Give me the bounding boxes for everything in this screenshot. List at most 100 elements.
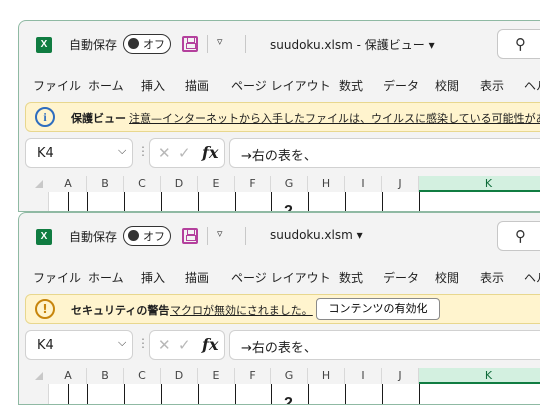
sudoku-grid-line (382, 384, 383, 404)
column-header[interactable]: G (271, 368, 308, 384)
column-header[interactable]: B (87, 176, 124, 192)
toggle-switch-icon (128, 230, 139, 241)
tab-help[interactable]: ヘル (524, 77, 540, 94)
column-header[interactable]: I (345, 176, 382, 192)
column-header[interactable]: C (124, 368, 161, 384)
tab-formulas[interactable]: 数式 (339, 77, 363, 94)
qat-separator (207, 227, 208, 245)
column-header[interactable]: H (308, 368, 345, 384)
enable-content-button[interactable]: コンテンツの有効化 (316, 298, 440, 320)
sudoku-grid-line (308, 384, 309, 404)
customize-qat-icon[interactable]: ▿ (217, 35, 223, 48)
tab-home[interactable]: ホーム (88, 269, 124, 286)
tab-review[interactable]: 校閲 (435, 77, 459, 94)
row-header[interactable] (19, 192, 49, 211)
column-header[interactable]: F (235, 368, 271, 384)
title-bar: X 自動保存 オフ ▿ suudoku.xlsm ▾ ⚲ (19, 213, 540, 261)
column-header[interactable]: H (308, 176, 345, 192)
formula-input[interactable]: →右の表を、 (229, 138, 540, 168)
document-title[interactable]: suudoku.xlsm ▾ (270, 228, 363, 242)
column-header-selected[interactable]: K (419, 176, 540, 192)
message-link[interactable]: マクロが無効にされました。 (170, 302, 313, 318)
cancel-icon[interactable]: ✕ (158, 144, 171, 162)
qat-separator (245, 227, 246, 245)
sudoku-grid-line (161, 192, 162, 211)
tab-home[interactable]: ホーム (88, 77, 124, 94)
dropdown-icon[interactable]: ⌵ (118, 336, 126, 350)
tab-file[interactable]: ファイル (33, 269, 81, 286)
cancel-icon[interactable]: ✕ (158, 336, 171, 354)
column-header[interactable]: J (382, 368, 419, 384)
sudoku-grid-line (161, 384, 162, 404)
tab-formulas[interactable]: 数式 (339, 269, 363, 286)
message-link[interactable]: 注意—インターネットから入手したファイルは、ウイルスに感染している可能性がありま… (129, 110, 540, 126)
search-box[interactable]: ⚲ (497, 29, 540, 59)
protected-view-message-bar: i 保護ビュー 注意—インターネットから入手したファイルは、ウイルスに感染してい… (25, 102, 540, 132)
sudoku-grid-line (124, 384, 125, 404)
formula-value: →右の表を、 (241, 149, 317, 164)
column-header-selected[interactable]: K (419, 368, 540, 384)
column-header[interactable]: G (271, 176, 308, 192)
enter-icon[interactable]: ✓ (178, 144, 191, 162)
tab-draw[interactable]: 描画 (185, 269, 209, 286)
worksheet-grid[interactable]: 2 (19, 384, 540, 404)
name-box[interactable]: K4 ⌵ (25, 330, 133, 360)
column-header[interactable]: E (198, 176, 235, 192)
sudoku-grid-line (198, 384, 199, 404)
dropdown-icon[interactable]: ⌵ (118, 144, 126, 158)
column-header[interactable]: D (161, 176, 198, 192)
column-header[interactable]: A (50, 176, 87, 192)
autosave-label: 自動保存 (69, 230, 118, 244)
autosave-toggle[interactable]: オフ (123, 226, 171, 246)
autosave-label: 自動保存 (69, 38, 118, 52)
column-header[interactable]: I (345, 368, 382, 384)
insert-function-icon[interactable]: fx (202, 143, 218, 162)
excel-logo-icon: X (36, 37, 55, 53)
select-all-corner[interactable] (35, 372, 43, 380)
tab-draw[interactable]: 描画 (185, 77, 209, 94)
ribbon-tabs: ファイル ホーム 挿入 描画 ページ レイアウト 数式 データ 校閲 表示 ヘル (19, 73, 540, 97)
qat-separator (245, 35, 246, 53)
column-header[interactable]: C (124, 176, 161, 192)
column-header[interactable]: A (50, 368, 87, 384)
formula-bar-grip[interactable]: ⋮ (137, 336, 149, 350)
tab-data[interactable]: データ (383, 269, 419, 286)
column-header[interactable]: D (161, 368, 198, 384)
search-box[interactable]: ⚲ (497, 221, 540, 251)
name-box[interactable]: K4 ⌵ (25, 138, 133, 168)
select-all-corner[interactable] (35, 180, 43, 188)
tab-insert[interactable]: 挿入 (141, 269, 165, 286)
tab-page-layout[interactable]: ページ レイアウト (231, 77, 331, 94)
formula-input[interactable]: →右の表を、 (229, 330, 540, 360)
tab-page-layout[interactable]: ページ レイアウト (231, 269, 331, 286)
row-header[interactable] (19, 384, 49, 404)
column-header[interactable]: F (235, 176, 271, 192)
enter-icon[interactable]: ✓ (178, 336, 191, 354)
autosave-toggle[interactable]: オフ (123, 34, 171, 54)
formula-bar-grip[interactable]: ⋮ (137, 144, 149, 158)
security-warning-message-bar: ! セキュリティの警告 マクロが無効にされました。 コンテンツの有効化 (25, 294, 540, 324)
document-title[interactable]: suudoku.xlsm - 保護ビュー ▾ (270, 36, 435, 53)
column-header[interactable]: B (87, 368, 124, 384)
sudoku-grid-line (87, 384, 88, 404)
insert-function-icon[interactable]: fx (202, 335, 218, 354)
tab-insert[interactable]: 挿入 (141, 77, 165, 94)
save-icon[interactable] (182, 36, 198, 52)
save-icon[interactable] (182, 228, 198, 244)
message-title: セキュリティの警告 (71, 304, 170, 317)
column-header[interactable]: E (198, 368, 235, 384)
tab-file[interactable]: ファイル (33, 77, 81, 94)
tab-help[interactable]: ヘル (524, 269, 540, 286)
customize-qat-icon[interactable]: ▿ (217, 227, 223, 240)
column-header-row: A B C D E F G H I J K (19, 176, 540, 192)
worksheet-grid[interactable]: 2 (19, 192, 540, 211)
tab-view[interactable]: 表示 (480, 77, 504, 94)
tab-view[interactable]: 表示 (480, 269, 504, 286)
autosave-state: オフ (143, 38, 165, 51)
sudoku-grid-line (345, 192, 346, 211)
formula-bar: K4 ⌵ ⋮ ✕ ✓ fx →右の表を、 (19, 330, 540, 362)
tab-review[interactable]: 校閲 (435, 269, 459, 286)
tab-data[interactable]: データ (383, 77, 419, 94)
toggle-switch-icon (128, 38, 139, 49)
column-header[interactable]: J (382, 176, 419, 192)
